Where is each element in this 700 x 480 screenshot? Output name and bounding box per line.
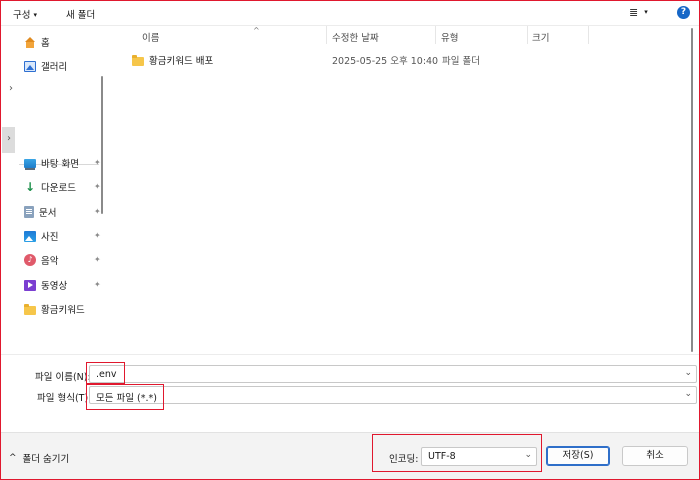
column-header-name[interactable]: ^ 이름 bbox=[142, 26, 328, 48]
pin-icon: ✦ bbox=[94, 255, 101, 264]
file-modified: 2025-05-25 오후 10:40 bbox=[332, 56, 439, 67]
view-list-icon: ≣ bbox=[629, 6, 639, 19]
chevron-down-icon: ⌄ bbox=[524, 450, 532, 460]
file-list-pane: ^ 이름 수정한 날짜 유형 크기 황금키워드 배포 2025-05-25 오후… bbox=[118, 26, 699, 354]
nav-item-label: 황금키워드 bbox=[41, 305, 85, 316]
nav-item-label: 바탕 화면 bbox=[41, 159, 79, 170]
column-header-label: 크기 bbox=[532, 33, 550, 44]
organize-label: 구성 bbox=[13, 10, 31, 21]
pin-icon: ✦ bbox=[94, 182, 101, 191]
desktop-icon bbox=[24, 158, 36, 170]
expand-chevron-icon[interactable]: › bbox=[9, 83, 13, 94]
filetype-label: 파일 형식(T): bbox=[37, 393, 92, 404]
column-header-label: 수정한 날짜 bbox=[332, 33, 379, 44]
pin-icon: ✦ bbox=[94, 207, 101, 216]
column-header-type[interactable]: 유형 bbox=[441, 30, 527, 48]
filetype-select[interactable]: 모든 파일 (*.*) ⌄ bbox=[89, 386, 697, 404]
file-list-scrollbar[interactable] bbox=[691, 28, 693, 352]
chevron-down-icon[interactable]: ⌄ bbox=[684, 389, 692, 399]
pin-icon: ✦ bbox=[94, 280, 101, 289]
toolbar: 구성 ▾ 새 폴더 ≣ ▾ ? bbox=[1, 1, 699, 26]
nav-item-label: 문서 bbox=[39, 208, 57, 219]
nav-item-desktop[interactable]: 바탕 화면 ✦ bbox=[24, 155, 101, 171]
nav-item-label: 동영상 bbox=[41, 281, 68, 292]
filename-value: .env bbox=[96, 369, 117, 380]
hide-folders-label: 폴더 숨기기 bbox=[22, 454, 70, 465]
home-icon bbox=[24, 36, 36, 48]
chevron-down-icon: ▾ bbox=[33, 11, 37, 19]
filename-label: 파일 이름(N): bbox=[35, 372, 91, 383]
music-icon: ♪ bbox=[24, 254, 36, 266]
expand-chevron-selected[interactable]: › bbox=[2, 127, 15, 153]
filename-input[interactable]: .env ⌄ bbox=[89, 365, 697, 383]
column-header-size[interactable]: 크기 bbox=[532, 30, 588, 48]
help-icon[interactable]: ? bbox=[677, 6, 690, 19]
file-name: 황금키워드 배포 bbox=[149, 56, 214, 67]
column-header-modified[interactable]: 수정한 날짜 bbox=[332, 30, 434, 48]
nav-item-videos[interactable]: 동영상 ✦ bbox=[24, 277, 101, 293]
nav-item-documents[interactable]: 문서 ✦ bbox=[24, 204, 101, 220]
navigation-pane: 홈 갤러리 › › 바탕 화면 ✦ ↓ 다운로드 ✦ 문서 ✦ 사진 ✦ ♪ 음… bbox=[1, 26, 117, 354]
chevron-down-icon[interactable]: ⌄ bbox=[684, 368, 692, 378]
file-name-cell: 황금키워드 배포 bbox=[132, 53, 213, 67]
documents-icon bbox=[24, 206, 34, 218]
nav-item-home[interactable]: 홈 bbox=[24, 34, 50, 50]
expand-chevron-icon: › bbox=[7, 133, 11, 144]
nav-item-pictures[interactable]: 사진 ✦ bbox=[24, 228, 101, 244]
column-header-label: 이름 bbox=[142, 33, 160, 44]
column-divider[interactable] bbox=[435, 26, 436, 44]
nav-scrollbar[interactable] bbox=[101, 76, 103, 214]
videos-icon bbox=[24, 279, 36, 291]
column-divider[interactable] bbox=[588, 26, 589, 44]
cancel-button[interactable]: 취소 bbox=[622, 446, 688, 466]
photos-icon bbox=[24, 230, 36, 242]
encoding-value: UTF-8 bbox=[428, 451, 456, 462]
column-divider[interactable] bbox=[527, 26, 528, 44]
nav-item-label: 다운로드 bbox=[41, 183, 76, 194]
column-header-label: 유형 bbox=[441, 33, 459, 44]
column-divider[interactable] bbox=[326, 26, 327, 44]
save-form: 파일 이름(N): .env ⌄ 파일 형식(T): 모든 파일 (*.*) ⌄ bbox=[1, 354, 699, 432]
file-row[interactable]: 황금키워드 배포 2025-05-25 오후 10:40 파일 폴더 bbox=[132, 51, 592, 67]
nav-item-gallery[interactable]: 갤러리 bbox=[24, 58, 67, 74]
nav-item-golden-keyword[interactable]: 황금키워드 bbox=[24, 301, 85, 317]
download-icon: ↓ bbox=[24, 179, 36, 194]
encoding-select[interactable]: UTF-8 ⌄ bbox=[421, 447, 537, 466]
encoding-label: 인코딩: bbox=[389, 454, 419, 465]
filetype-value: 모든 파일 (*.*) bbox=[96, 393, 157, 404]
gallery-icon bbox=[24, 60, 36, 72]
nav-item-label: 음악 bbox=[41, 256, 59, 267]
folder-icon bbox=[24, 303, 36, 315]
nav-item-label: 갤러리 bbox=[41, 62, 68, 73]
chevron-down-icon: ▾ bbox=[644, 8, 648, 16]
nav-item-downloads[interactable]: ↓ 다운로드 ✦ bbox=[24, 179, 101, 195]
view-options-button[interactable]: ≣ ▾ bbox=[629, 6, 648, 19]
nav-item-music[interactable]: ♪ 음악 ✦ bbox=[24, 252, 101, 268]
file-type: 파일 폴더 bbox=[442, 56, 480, 67]
new-folder-button[interactable]: 새 폴더 bbox=[66, 7, 95, 21]
sort-ascending-icon: ^ bbox=[253, 26, 260, 35]
pin-icon: ✦ bbox=[94, 158, 101, 167]
chevron-up-icon: ^ bbox=[9, 453, 17, 463]
nav-item-label: 사진 bbox=[41, 232, 59, 243]
pin-icon: ✦ bbox=[94, 231, 101, 240]
organize-menu-button[interactable]: 구성 ▾ bbox=[13, 7, 37, 21]
save-button[interactable]: 저장(S) bbox=[546, 446, 610, 466]
folder-icon bbox=[132, 54, 144, 66]
nav-item-label: 홈 bbox=[41, 38, 50, 49]
hide-folders-button[interactable]: ^ 폴더 숨기기 bbox=[9, 451, 69, 465]
dialog-footer: ^ 폴더 숨기기 인코딩: UTF-8 ⌄ 저장(S) 취소 bbox=[1, 432, 699, 479]
